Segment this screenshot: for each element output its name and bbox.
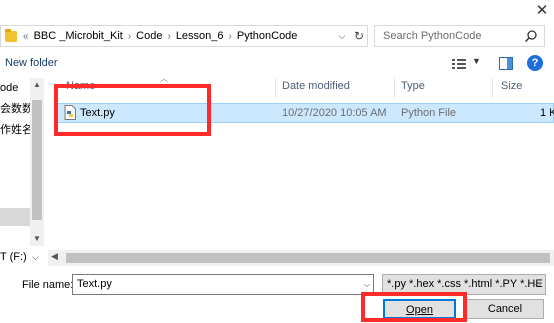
column-divider[interactable] <box>275 78 276 98</box>
search-placeholder: Search PythonCode <box>383 30 482 42</box>
nav-scrollbar[interactable]: ▲ ▼ <box>30 78 44 246</box>
scroll-left-icon[interactable]: ◀ <box>51 251 58 262</box>
nav-item[interactable]: 会数数 <box>0 100 33 116</box>
column-divider[interactable] <box>394 78 395 98</box>
file-name-label: File name: <box>22 279 74 291</box>
nav-item-selected[interactable] <box>0 208 30 226</box>
address-bar[interactable]: « BBC _Microbit_Kit › Code › Lesson_6 › … <box>0 25 368 47</box>
breadcrumb-item[interactable]: BBC _Microbit_Kit <box>34 30 123 42</box>
search-icon[interactable] <box>524 29 538 43</box>
file-name-value: Text.py <box>77 278 112 290</box>
chevron-down-icon[interactable]: ⌵ <box>535 280 541 290</box>
filter-value: *.py *.hex *.css *.html *.PY *.HE <box>387 278 543 290</box>
cancel-button[interactable]: Cancel <box>466 299 544 319</box>
chevron-right-icon[interactable]: › <box>229 31 232 42</box>
chevron-down-icon[interactable]: ⌵ <box>364 280 370 290</box>
file-type-cell: Python File <box>401 107 457 119</box>
scroll-thumb[interactable] <box>32 100 42 220</box>
breadcrumb-item[interactable]: PythonCode <box>237 30 298 42</box>
scroll-thumb[interactable] <box>66 253 550 263</box>
folder-icon <box>5 28 17 42</box>
preview-pane-icon[interactable] <box>499 57 513 70</box>
refresh-icon[interactable]: ↻ <box>350 25 368 47</box>
file-size-cell: 1 KB <box>540 107 554 119</box>
chevron-right-icon[interactable]: › <box>128 31 131 42</box>
column-header-date[interactable]: Date modified <box>282 80 350 92</box>
scroll-down-icon[interactable]: ▼ <box>30 232 44 246</box>
column-header-size[interactable]: Size <box>501 80 522 92</box>
breadcrumb-overflow[interactable]: « <box>23 31 29 42</box>
file-date-cell: 10/27/2020 10:05 AM <box>282 107 387 119</box>
chevron-down-icon[interactable]: ⌵ <box>32 252 39 263</box>
close-icon[interactable]: ✕ <box>533 2 551 20</box>
scroll-up-icon[interactable]: ▲ <box>30 78 44 92</box>
nav-item[interactable]: ode <box>0 82 18 94</box>
breadcrumb: « BBC _Microbit_Kit › Code › Lesson_6 › … <box>23 30 302 42</box>
chevron-down-icon[interactable]: ▼ <box>472 56 481 66</box>
highlight-box-file <box>54 84 211 136</box>
breadcrumb-item[interactable]: Code <box>136 30 162 42</box>
chevron-right-icon[interactable]: › <box>167 31 170 42</box>
sort-ascending-icon: ︿ <box>160 74 168 83</box>
column-divider[interactable] <box>492 78 493 98</box>
help-icon[interactable]: ? <box>527 55 543 71</box>
horizontal-scrollbar[interactable]: ◀ <box>48 250 554 266</box>
column-header-type[interactable]: Type <box>401 80 425 92</box>
nav-item-drive[interactable]: T (F:) <box>0 251 27 263</box>
nav-item[interactable]: 作姓名 <box>0 121 33 137</box>
highlight-box-open <box>361 292 467 322</box>
breadcrumb-item[interactable]: Lesson_6 <box>176 30 224 42</box>
search-input[interactable]: Search PythonCode <box>374 25 545 47</box>
new-folder-button[interactable]: New folder <box>5 57 58 69</box>
file-name-input[interactable]: Text.py ⌵ <box>72 274 374 295</box>
chevron-down-icon[interactable]: ⌵ <box>334 25 350 47</box>
view-options-icon[interactable] <box>452 58 466 70</box>
